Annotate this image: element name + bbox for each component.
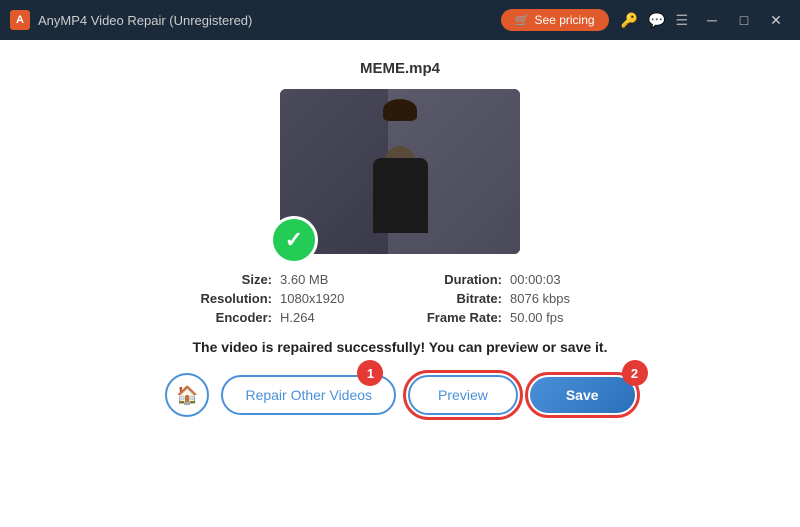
app-title: AnyMP4 Video Repair (Unregistered) — [38, 13, 501, 28]
app-logo: A — [10, 10, 30, 30]
duration-value: 00:00:03 — [510, 272, 630, 287]
close-button[interactable]: ✕ — [762, 10, 790, 30]
resolution-label: Resolution: — [170, 291, 280, 306]
size-value: 3.60 MB — [280, 272, 400, 287]
bottom-bar: 🏠 Repair Other Videos Preview Save 1 2 — [165, 373, 634, 417]
size-label: Size: — [170, 272, 280, 287]
check-badge: ✓ — [270, 216, 318, 264]
framerate-label: Frame Rate: — [400, 310, 510, 325]
minimize-button[interactable]: ─ — [698, 10, 726, 30]
resolution-value: 1080x1920 — [280, 291, 400, 306]
menu-icon[interactable]: ☰ — [675, 12, 688, 29]
person-silhouette — [360, 124, 440, 254]
bitrate-value: 8076 kbps — [510, 291, 630, 306]
chat-icon[interactable]: 💬 — [648, 12, 665, 29]
status-message: The video is repaired successfully! You … — [193, 339, 608, 355]
info-table: Size: 3.60 MB Duration: 00:00:03 Resolut… — [170, 272, 630, 325]
cart-icon: 🛒 — [515, 13, 530, 27]
person-body — [373, 158, 428, 233]
framerate-value: 50.00 fps — [510, 310, 630, 325]
bitrate-label: Bitrate: — [400, 291, 510, 306]
titlebar: A AnyMP4 Video Repair (Unregistered) 🛒 S… — [0, 0, 800, 40]
duration-label: Duration: — [400, 272, 510, 287]
person-hair — [383, 99, 417, 121]
badge-2: 2 — [622, 360, 648, 386]
maximize-button[interactable]: □ — [730, 10, 758, 30]
video-filename: MEME.mp4 — [360, 60, 440, 77]
save-button[interactable]: Save — [530, 377, 635, 413]
preview-button[interactable]: Preview — [408, 375, 518, 415]
video-thumbnail — [280, 89, 520, 254]
video-frame — [280, 89, 520, 254]
titlebar-icons: 🔑 💬 ☰ — [621, 12, 688, 29]
encoder-value: H.264 — [280, 310, 400, 325]
key-icon[interactable]: 🔑 — [621, 12, 638, 29]
video-container: ✓ — [280, 89, 520, 254]
encoder-label: Encoder: — [170, 310, 280, 325]
home-button[interactable]: 🏠 — [165, 373, 209, 417]
window-controls: ─ □ ✕ — [698, 10, 790, 30]
main-content: MEME.mp4 ✓ Size: 3.60 MB Duration: 00:00… — [0, 40, 800, 527]
see-pricing-button[interactable]: 🛒 See pricing — [501, 9, 609, 31]
